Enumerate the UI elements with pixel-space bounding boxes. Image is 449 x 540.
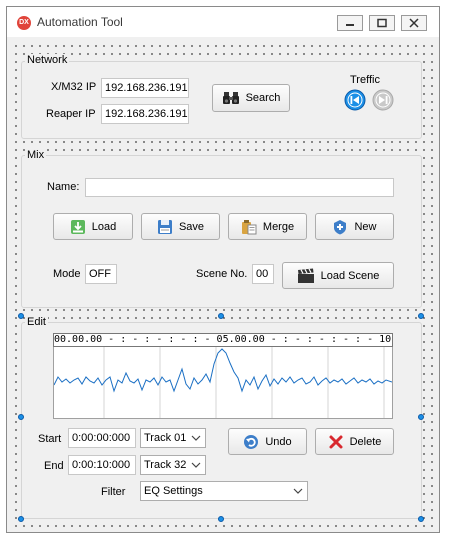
name-label: Name: <box>47 181 80 193</box>
fast-forward-button[interactable] <box>372 89 394 111</box>
load-scene-button-label: Load Scene <box>320 269 380 282</box>
edit-group-label: Edit <box>25 316 48 328</box>
scene-number-field[interactable]: 00 <box>252 264 274 284</box>
delete-button[interactable]: Delete <box>315 428 394 455</box>
app-logo-icon: DX <box>17 16 31 30</box>
maximize-icon <box>377 18 387 28</box>
name-field[interactable] <box>85 178 394 197</box>
waveform-panel[interactable] <box>53 347 393 419</box>
title-bar[interactable]: DX Automation Tool <box>7 7 439 37</box>
start-track-select[interactable]: Track 01 <box>140 428 206 448</box>
close-button[interactable] <box>401 15 427 31</box>
new-button[interactable]: New <box>315 213 394 240</box>
undo-icon <box>244 434 259 449</box>
maximize-button[interactable] <box>369 15 395 31</box>
waveform-graph <box>53 347 393 418</box>
reaper-ip-field[interactable]: 192.168.236.191 <box>101 104 189 124</box>
reaper-ip-label: Reaper IP <box>46 108 96 120</box>
mode-field[interactable]: OFF <box>85 264 117 284</box>
timeline-ruler: 00.00.00 - : - : - : - : - 05.00.00 - : … <box>53 333 393 347</box>
merge-icon <box>241 219 257 234</box>
start-track-value: Track 01 <box>144 432 187 444</box>
filter-select[interactable]: EQ Settings <box>140 481 308 501</box>
minimize-button[interactable] <box>337 15 363 31</box>
save-icon <box>157 219 172 234</box>
fast-forward-icon <box>372 89 394 111</box>
merge-button[interactable]: Merge <box>228 213 307 240</box>
resize-handle-top-right[interactable] <box>418 313 424 319</box>
traffic-label: Treffic <box>350 74 380 86</box>
load-icon <box>70 219 85 234</box>
end-track-select[interactable]: Track 32 <box>140 455 206 475</box>
chevron-down-icon <box>191 435 201 441</box>
filter-value: EQ Settings <box>144 485 203 497</box>
chevron-down-icon <box>191 462 201 468</box>
merge-button-label: Merge <box>262 220 295 233</box>
binoculars-icon <box>222 92 239 104</box>
resize-handle-top-center[interactable] <box>218 313 224 319</box>
resize-handle-bottom-center[interactable] <box>218 516 224 522</box>
minimize-icon <box>346 24 354 26</box>
rewind-icon <box>344 89 366 111</box>
end-time-field[interactable]: 0:00:10:000 <box>68 455 136 475</box>
filter-label: Filter <box>101 486 126 498</box>
close-icon <box>409 18 419 28</box>
scene-number-label: Scene No. <box>196 268 248 280</box>
save-button-label: Save <box>178 220 205 233</box>
delete-icon <box>329 435 343 448</box>
window-title: Automation Tool <box>37 15 123 29</box>
end-track-value: Track 32 <box>144 459 187 471</box>
load-button-label: Load <box>91 220 117 233</box>
search-button[interactable]: Search <box>212 84 290 112</box>
resize-handle-top-left[interactable] <box>18 313 24 319</box>
resize-handle-bottom-left[interactable] <box>18 516 24 522</box>
save-button[interactable]: Save <box>141 213 220 240</box>
network-group-label: Network <box>25 54 70 66</box>
x32-ip-field[interactable]: 192.168.236.191 <box>101 78 189 98</box>
resize-handle-middle-left[interactable] <box>18 414 24 420</box>
load-scene-button[interactable]: Load Scene <box>282 262 394 289</box>
start-label: Start <box>38 433 62 445</box>
new-button-label: New <box>354 220 377 233</box>
x32-ip-label: X/M32 IP <box>51 81 97 93</box>
load-button[interactable]: Load <box>53 213 133 240</box>
mix-group-label: Mix <box>25 149 47 161</box>
mode-label: Mode <box>53 268 81 280</box>
chevron-down-icon <box>293 488 303 494</box>
undo-button-label: Undo <box>265 435 292 448</box>
resize-handle-bottom-right[interactable] <box>418 516 424 522</box>
delete-button-label: Delete <box>349 435 382 448</box>
search-button-label: Search <box>245 92 281 104</box>
new-icon <box>334 219 347 234</box>
start-time-field[interactable]: 0:00:00:000 <box>68 428 136 448</box>
rewind-button[interactable] <box>344 89 366 111</box>
resize-handle-middle-right[interactable] <box>418 414 424 420</box>
waveform-line <box>53 348 393 393</box>
end-label: End <box>44 460 64 472</box>
undo-button[interactable]: Undo <box>228 428 307 455</box>
clapperboard-icon <box>297 268 314 283</box>
